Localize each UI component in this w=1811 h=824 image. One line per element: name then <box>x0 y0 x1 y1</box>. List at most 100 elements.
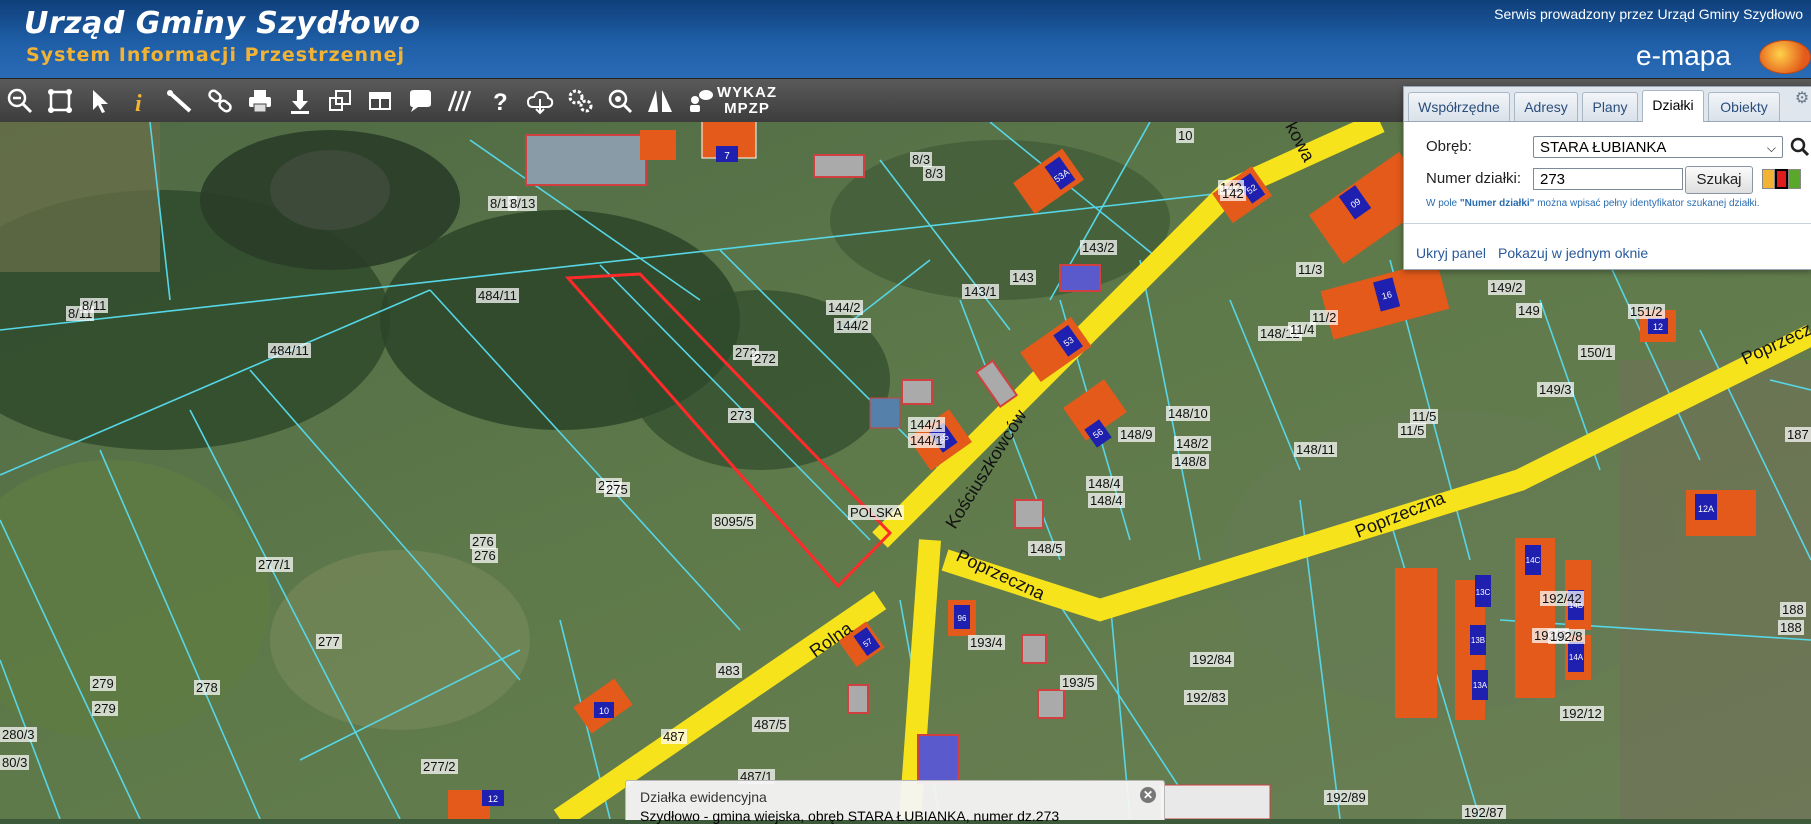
zoom-extent-icon[interactable] <box>44 85 76 117</box>
parcel-number-label: 192/83 <box>1184 690 1228 705</box>
color-swatch-yellow[interactable] <box>1762 169 1775 189</box>
svg-text:12: 12 <box>1653 322 1663 332</box>
parcel-number-label: 10 <box>1176 128 1195 143</box>
tab-adresy[interactable]: Adresy <box>1514 92 1578 121</box>
panel-settings-icon[interactable]: ⚙ <box>1794 91 1810 107</box>
parcel-number-label: 150/1 <box>1578 345 1615 360</box>
panel-tabs: Współrzędne Adresy Plany Działki Obiekty… <box>1404 87 1811 122</box>
pokazuj-link[interactable]: Pokazuj w jednym oknie <box>1498 245 1648 261</box>
color-swatch-red[interactable] <box>1775 169 1788 189</box>
download-icon[interactable] <box>284 85 316 117</box>
popup-title: Działka ewidencyjna <box>640 789 767 805</box>
numer-dzialki-input[interactable]: 273 <box>1533 168 1683 190</box>
svg-text:14A: 14A <box>1569 653 1584 662</box>
comment-icon[interactable] <box>404 85 436 117</box>
parcel-number-label: 279 <box>90 676 116 691</box>
building[interactable] <box>847 684 869 714</box>
app-title: Urząd Gminy Szydłowo <box>24 6 421 41</box>
building[interactable] <box>1014 499 1044 529</box>
building[interactable] <box>813 154 865 178</box>
building[interactable] <box>1021 634 1047 664</box>
layout-icon[interactable] <box>364 85 396 117</box>
parcel-number-label: 144/2 <box>834 318 871 333</box>
parcel-number-label: 275 <box>604 482 630 497</box>
tab-wspolrzedne[interactable]: Współrzędne <box>1408 92 1510 121</box>
search-icon[interactable] <box>1790 137 1810 157</box>
parcel-number-label: 144/2 <box>826 300 863 315</box>
hatch-icon[interactable] <box>444 85 476 117</box>
parcel-number-label: 11/3 <box>1296 262 1325 277</box>
parcel-number-label: 280/3 <box>0 727 37 742</box>
building[interactable]: 96 <box>948 600 976 636</box>
settings-icon[interactable] <box>564 85 596 117</box>
svg-text:13C: 13C <box>1476 588 1491 597</box>
layers-icon[interactable] <box>324 85 356 117</box>
svg-text:12: 12 <box>488 794 498 804</box>
obreb-select[interactable]: STARA ŁUBIANKA ⌵ <box>1533 136 1783 158</box>
svg-text:13B: 13B <box>1471 636 1485 645</box>
parcel-number-label: 484/11 <box>476 288 519 303</box>
parcel-number-label: 188 <box>1778 620 1804 635</box>
print-icon[interactable] <box>244 85 276 117</box>
building[interactable]: 12A <box>1686 490 1756 536</box>
svg-text:7: 7 <box>724 151 730 162</box>
zoom-out-icon[interactable] <box>4 85 36 117</box>
parcel-number-label: POLSKA <box>848 505 905 520</box>
parcel-number-label: 8/13 <box>508 196 538 211</box>
wykaz-mpzp-button[interactable]: WYKAZ MPZP <box>714 85 780 117</box>
tab-dzialki[interactable]: Działki <box>1642 90 1704 122</box>
parcel-number-label: 148/10 <box>1166 406 1210 421</box>
building[interactable]: 14C14B14A <box>1515 538 1591 698</box>
tab-plany[interactable]: Plany <box>1582 92 1638 121</box>
building[interactable] <box>1037 689 1065 719</box>
building[interactable] <box>869 397 901 429</box>
svg-text:i: i <box>135 91 142 115</box>
parcel-number-label: 148/8 <box>1172 454 1209 469</box>
parcel-number-label: 11/5 <box>1398 423 1427 438</box>
building[interactable] <box>1059 264 1101 292</box>
cloud-icon[interactable] <box>524 85 556 117</box>
building[interactable]: 7 <box>701 122 757 162</box>
app-header: Urząd Gminy Szydłowo System Informacji P… <box>0 0 1811 78</box>
building[interactable] <box>1159 784 1271 819</box>
parcel-number-label: 148/2 <box>1174 436 1211 451</box>
parcel-number-label: 144/1 <box>908 417 945 432</box>
ukryj-panel-link[interactable]: Ukryj panel <box>1416 245 1486 261</box>
road-icon[interactable] <box>644 85 676 117</box>
parcel-number-label: 192/8 <box>1548 629 1585 644</box>
popup-detail: Szydłowo - gmina wiejska, obręb STARA ŁU… <box>640 808 1060 824</box>
tab-obiekty[interactable]: Obiekty <box>1708 92 1780 121</box>
search-hint: W pole "Numer działki" można wpisać pełn… <box>1426 198 1760 209</box>
parcel-number-label: 487/5 <box>752 717 789 732</box>
link-icon[interactable] <box>204 85 236 117</box>
wykaz-line2: MPZP <box>724 100 770 117</box>
parcel-number-label: 143 <box>1010 270 1036 285</box>
close-icon[interactable]: ✕ <box>1140 787 1156 803</box>
search-map-icon[interactable] <box>604 85 636 117</box>
measure-icon[interactable] <box>164 85 196 117</box>
parcel-number-label: 149 <box>1516 303 1542 318</box>
building[interactable] <box>917 734 959 784</box>
parcel-number-label: 8/3 <box>910 152 933 167</box>
svg-text:14C: 14C <box>1526 556 1541 565</box>
help-icon[interactable]: ? <box>484 85 516 117</box>
svg-text:13A: 13A <box>1473 681 1488 690</box>
parcel-number-label: 192/42 <box>1540 591 1584 606</box>
panel-divider <box>1404 223 1811 224</box>
building[interactable] <box>901 379 933 405</box>
info-icon[interactable]: i <box>124 85 156 117</box>
select-arrow-icon[interactable] <box>84 85 116 117</box>
chat-icon[interactable] <box>684 85 716 117</box>
parcel-number-label: 277 <box>316 634 342 649</box>
parcel-number-label: 8/11 <box>80 298 109 313</box>
parcel-number-label: 276 <box>470 534 496 549</box>
svg-text:96: 96 <box>958 614 967 623</box>
svg-text:?: ? <box>493 89 508 115</box>
color-swatch-green[interactable] <box>1788 169 1801 189</box>
parcel-number-label: 279 <box>92 701 118 716</box>
numer-label: Numer działki: <box>1426 170 1522 187</box>
parcel-number-label: 144/1 <box>908 433 945 448</box>
parcel-number-label: 148/5 <box>1028 541 1065 556</box>
parcel-number-label: 8095/5 <box>712 514 756 529</box>
szukaj-button[interactable]: Szukaj <box>1685 166 1753 194</box>
